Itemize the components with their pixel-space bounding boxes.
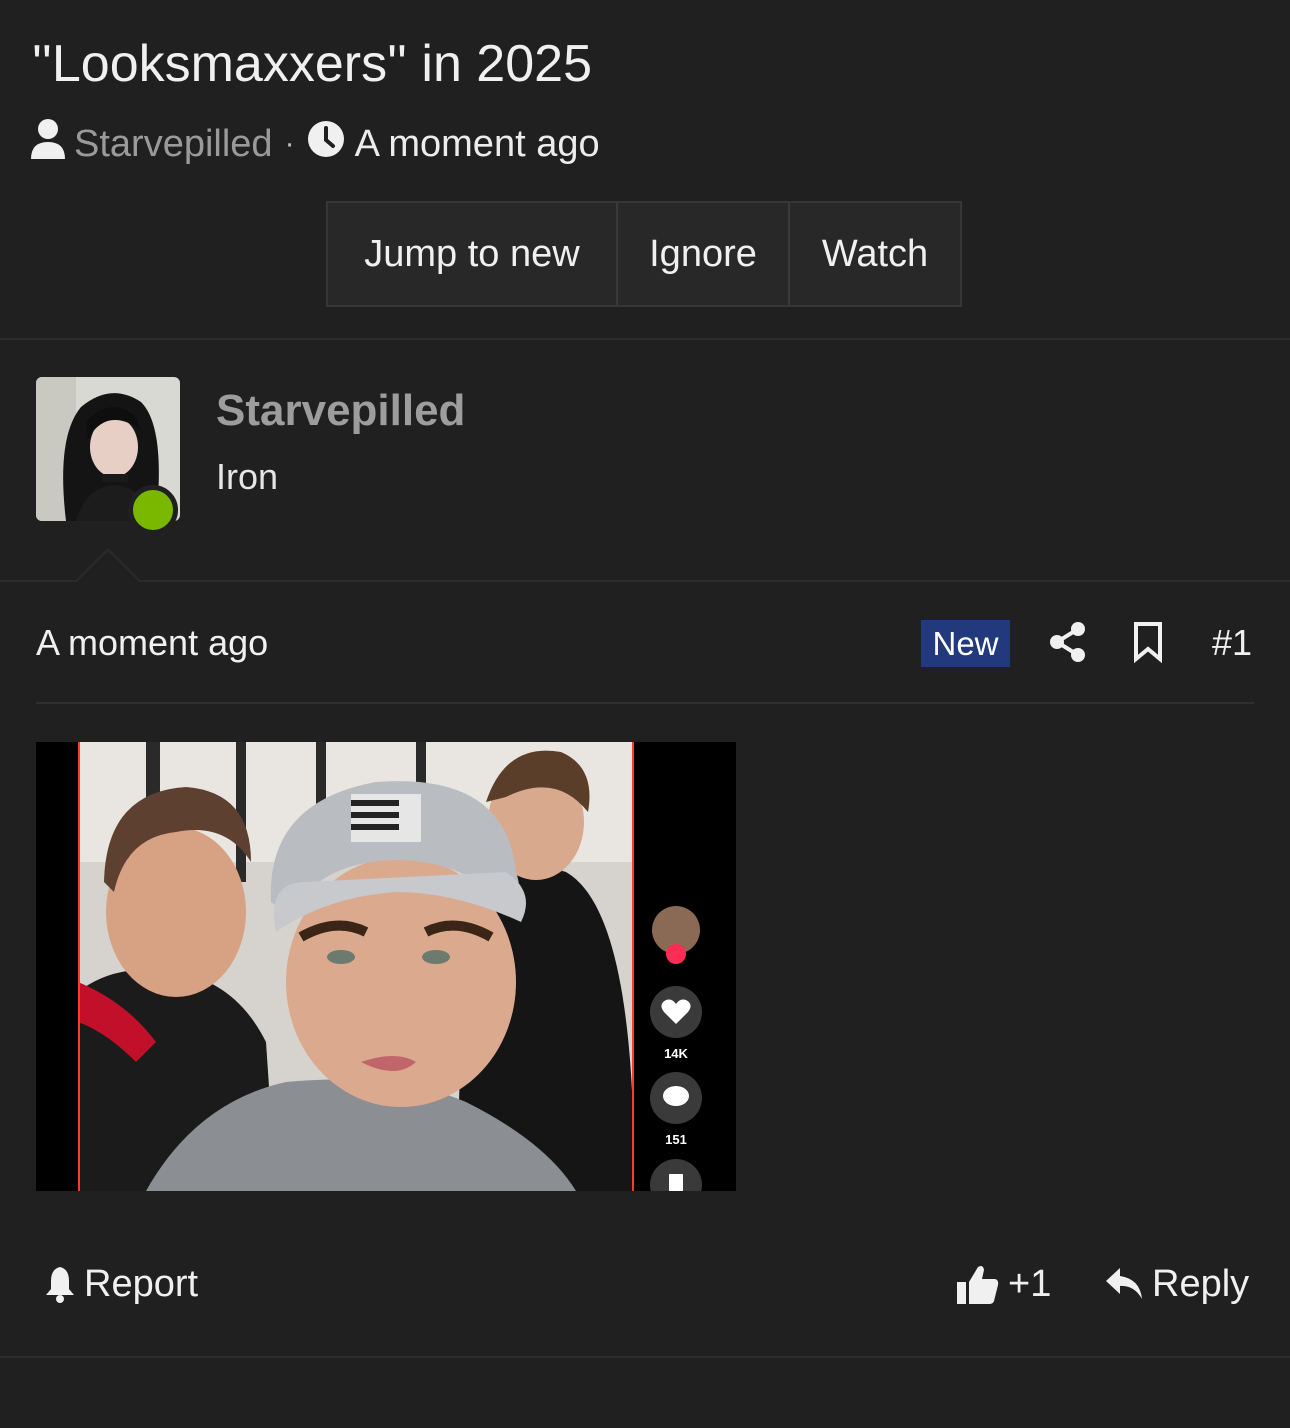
share-icon[interactable] [1048, 620, 1088, 664]
reply-button[interactable]: Reply [1104, 1260, 1249, 1308]
thread-header: ''Looksmaxxers'' in 2025 Starvepilled · … [0, 0, 1290, 340]
like-count: +1 [1008, 1262, 1052, 1305]
thread-button-group: Jump to new Ignore Watch [326, 201, 962, 307]
user-name-link[interactable]: Starvepilled [216, 386, 465, 436]
user-title: Iron [216, 456, 279, 497]
image-comment-count: 151 [665, 1132, 687, 1147]
message-pointer-inner [76, 551, 140, 583]
thread-author-link[interactable]: Starvepilled [74, 123, 273, 166]
bell-icon [46, 1267, 74, 1303]
clock-icon [307, 120, 345, 168]
thread-meta: Starvepilled · A moment ago [30, 119, 600, 168]
post-user-block: Starvepilled Iron [0, 340, 1290, 583]
post-time[interactable]: A moment ago [36, 622, 268, 664]
like-button[interactable]: +1 [956, 1260, 1051, 1308]
thumbs-up-icon [957, 1266, 999, 1304]
post-image[interactable]: 14K 151 [36, 742, 736, 1191]
online-status-indicator [128, 485, 178, 535]
watch-button[interactable]: Watch [788, 203, 960, 305]
image-like-count: 14K [664, 1046, 688, 1061]
post-number-link[interactable]: #1 [1212, 622, 1252, 664]
bookmark-icon[interactable] [1132, 620, 1164, 664]
reply-label: Reply [1152, 1262, 1250, 1305]
ignore-button[interactable]: Ignore [616, 203, 788, 305]
thread-time[interactable]: A moment ago [355, 123, 600, 166]
meta-separator: · [284, 127, 295, 160]
reply-icon [1106, 1268, 1142, 1299]
jump-to-new-button[interactable]: Jump to new [328, 203, 616, 305]
report-label: Report [84, 1262, 199, 1305]
post-meta: A moment ago New #1 [36, 618, 1254, 704]
post-actions: Report +1 Reply [0, 1250, 1290, 1358]
user-icon [30, 118, 66, 170]
report-button[interactable]: Report [44, 1260, 198, 1308]
new-badge: New [921, 620, 1010, 667]
thread-title: ''Looksmaxxers'' in 2025 [32, 35, 592, 93]
